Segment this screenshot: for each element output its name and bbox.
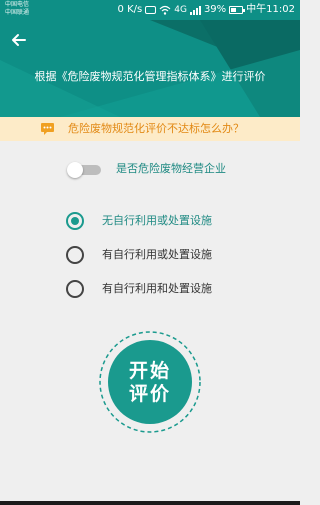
radio-button[interactable]	[66, 280, 84, 298]
notice-link[interactable]: 危险废物规范化评价不达标怎么办？	[68, 121, 244, 137]
start-label-line2: 评价	[128, 383, 171, 405]
clock: 中午11:02	[246, 4, 295, 15]
notice-bar[interactable]: 危险废物规范化评价不达标怎么办？	[0, 117, 300, 141]
radio-button[interactable]	[66, 246, 84, 264]
battery-percent: 39%	[203, 4, 227, 15]
carrier-1: 中国电信	[5, 1, 30, 8]
start-evaluation-button[interactable]: 开始 评价	[98, 330, 202, 434]
option-no-facility[interactable]: 无自行利用或处置设施	[66, 211, 276, 231]
carrier-info: 中国电信 中国联通	[5, 1, 29, 17]
operator-toggle[interactable]	[67, 162, 101, 178]
network-type: 4G	[174, 5, 187, 15]
header: 根据《危险废物规范化管理指标体系》进行评价	[0, 20, 300, 117]
bottom-edge	[0, 501, 300, 505]
wifi-icon	[159, 5, 171, 15]
option-label: 有自行利用或处置设施	[102, 248, 212, 261]
status-bar: 中国电信 中国联通 0 K/s 4G 39% 中午11:02	[0, 0, 300, 20]
signal-icon	[189, 5, 201, 15]
status-icons: 0 K/s 4G 39% 中午11:02	[118, 3, 295, 17]
start-button-circle	[99, 331, 201, 433]
start-label-line1: 开始	[128, 360, 171, 382]
header-decoration	[0, 20, 300, 117]
option-label: 有自行利用和处置设施	[102, 282, 212, 295]
back-arrow-icon[interactable]	[9, 30, 29, 50]
toggle-label: 是否危险废物经营企业	[116, 162, 226, 175]
network-speed: 0 K/s	[117, 4, 143, 15]
battery-icon	[229, 6, 246, 14]
toggle-knob	[67, 162, 83, 178]
chat-bubble-icon	[41, 123, 54, 135]
option-label: 无自行利用或处置设施	[102, 214, 212, 227]
page-title: 根据《危险废物规范化管理指标体系》进行评价	[34, 70, 266, 83]
eye-icon	[145, 6, 157, 14]
option-utilize-or-dispose[interactable]: 有自行利用或处置设施	[66, 245, 276, 265]
radio-button-checked[interactable]	[66, 212, 84, 230]
carrier-2: 中国联通	[5, 9, 30, 16]
option-utilize-and-dispose[interactable]: 有自行利用和处置设施	[66, 279, 276, 299]
